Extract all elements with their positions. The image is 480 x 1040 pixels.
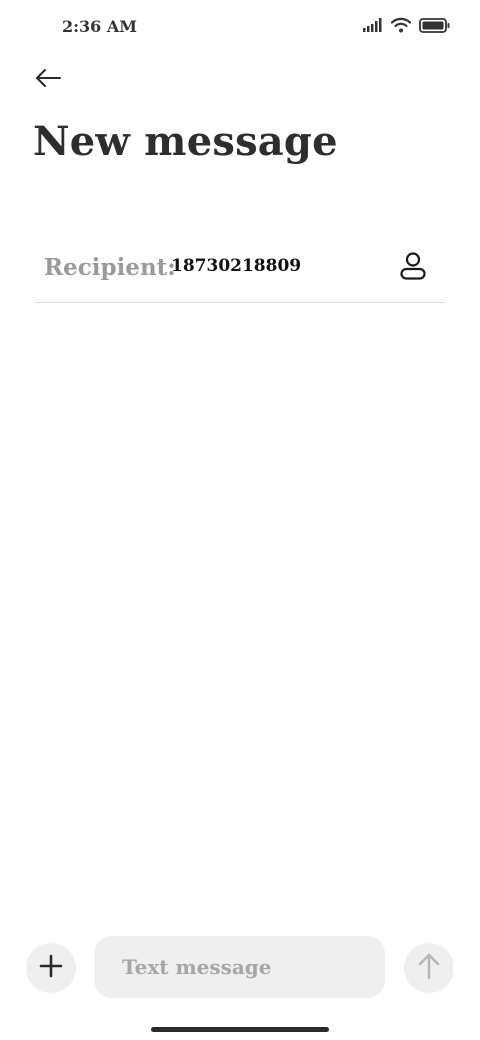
arrow-up-icon bbox=[417, 952, 441, 984]
status-time: 2:36 AM bbox=[62, 17, 137, 36]
add-attachment-button[interactable] bbox=[26, 943, 76, 993]
contact-picker-button[interactable] bbox=[395, 250, 431, 286]
recipient-label: Recipient: bbox=[44, 254, 176, 281]
battery-icon bbox=[419, 17, 450, 33]
person-icon bbox=[399, 251, 427, 285]
page-title: New message bbox=[33, 118, 338, 165]
send-button[interactable] bbox=[404, 943, 454, 993]
message-input[interactable] bbox=[122, 955, 372, 979]
home-indicator[interactable] bbox=[151, 1027, 329, 1032]
back-button[interactable] bbox=[30, 64, 66, 96]
plus-icon bbox=[39, 954, 63, 982]
arrow-left-icon bbox=[34, 68, 62, 92]
status-bar: 2:36 AM bbox=[0, 0, 480, 56]
recipient-input[interactable] bbox=[171, 256, 371, 276]
message-box bbox=[94, 936, 385, 998]
wifi-icon bbox=[391, 17, 411, 33]
recipient-row: Recipient: bbox=[35, 238, 445, 303]
signal-icon bbox=[363, 18, 383, 32]
status-icons bbox=[363, 17, 450, 33]
